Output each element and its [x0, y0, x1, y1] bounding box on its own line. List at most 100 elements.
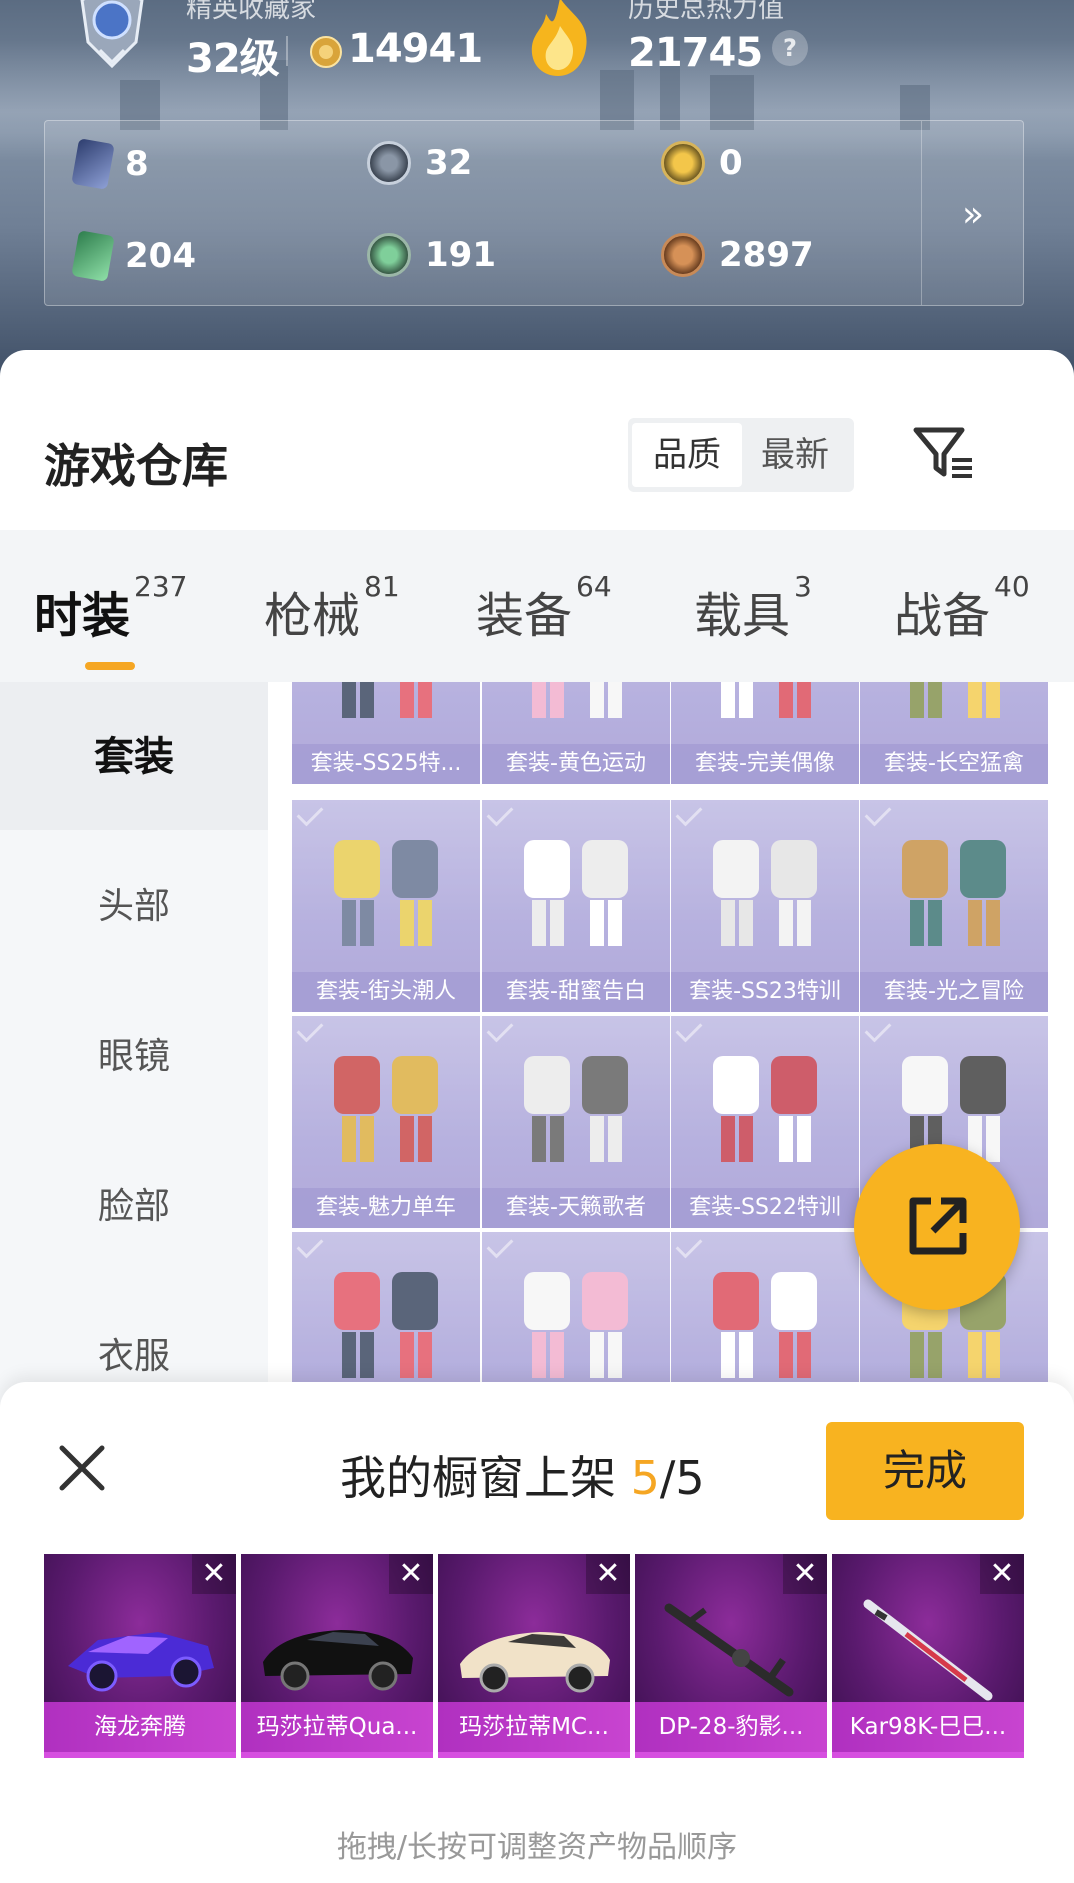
item-card[interactable]: 套装-SS22特训	[671, 1016, 859, 1228]
showcase-slot[interactable]: ✕ 玛莎拉蒂MC...	[438, 1554, 630, 1758]
outfit-image	[713, 1056, 817, 1162]
slot-label: Kar98K-巳巳...	[832, 1702, 1024, 1752]
reorder-hint: 拖拽/长按可调整资产物品顺序	[336, 1830, 738, 1865]
gun-image	[664, 1603, 794, 1697]
more-stats-button[interactable]: »	[921, 121, 1025, 307]
sort-toggle[interactable]: 品质 最新	[628, 418, 854, 492]
tab-label: 战备	[894, 588, 991, 644]
tab-label: 时装	[34, 588, 131, 644]
sort-latest-button[interactable]: 最新	[740, 423, 850, 487]
outfit-image	[532, 682, 622, 718]
stat-value: 191	[425, 235, 496, 275]
close-icon[interactable]	[56, 1442, 108, 1494]
outfit-image	[910, 682, 1000, 718]
stat-item: 204	[71, 230, 196, 282]
remove-slot-button[interactable]: ✕	[192, 1554, 236, 1594]
vehicle-image	[263, 1630, 413, 1691]
sidebar-item-head[interactable]: 头部	[0, 832, 268, 982]
item-card[interactable]: 套装-街头潮人	[292, 800, 480, 1012]
green-orb-icon	[367, 233, 411, 277]
showcase-slot[interactable]: ✕ 玛莎拉蒂Qua...	[241, 1554, 433, 1758]
item-card[interactable]: 套装-SS25特...	[292, 682, 480, 784]
remove-slot-button[interactable]: ✕	[389, 1554, 433, 1594]
stat-value: 0	[719, 143, 743, 183]
item-label: 套装-魅力单车	[292, 1188, 480, 1228]
stat-item: 191	[367, 233, 496, 277]
outfit-image	[342, 682, 432, 718]
item-card[interactable]: 套装-天籁歌者	[482, 1016, 670, 1228]
flame-icon	[531, 0, 587, 76]
stat-value: 204	[125, 236, 196, 276]
sidebar-item-face[interactable]: 脸部	[0, 1132, 268, 1282]
tab-count: 64	[576, 570, 612, 603]
outfit-image	[713, 840, 817, 946]
sidebar-item-glasses[interactable]: 眼镜	[0, 982, 268, 1132]
sort-quality-button[interactable]: 品质	[632, 423, 742, 487]
filter-icon[interactable]	[912, 424, 976, 484]
divider	[286, 36, 288, 66]
remove-slot-button[interactable]: ✕	[783, 1554, 827, 1594]
stat-value: 8	[125, 144, 149, 184]
item-card[interactable]: 套装-甜蜜告白	[482, 800, 670, 1012]
sidebar-item-suits[interactable]: 套装	[0, 682, 268, 830]
outfit-image	[334, 1272, 438, 1378]
help-icon[interactable]: ?	[772, 30, 808, 66]
gun-image	[863, 1599, 993, 1701]
item-card[interactable]: 套装-长空猛禽	[860, 682, 1048, 784]
item-label: 套装-天籁歌者	[482, 1188, 670, 1228]
tab-guns[interactable]: 枪械81	[264, 570, 400, 646]
tab-supplies[interactable]: 战备40	[894, 570, 1030, 646]
warehouse-title: 游戏仓库	[44, 439, 228, 493]
stat-value: 2897	[719, 235, 814, 275]
item-label: 套装-SS22特训	[671, 1188, 859, 1228]
item-card[interactable]: 套装-SS23特训	[671, 800, 859, 1012]
card-icon	[71, 138, 115, 190]
asset-stats-panel[interactable]: 8 32 0 204 191 2897 »	[44, 120, 1024, 306]
profile-header: 精英收藏家 32级 14941 历史总热力值 21745 ? 8 32 0 20…	[0, 0, 1074, 380]
item-label: 套装-光之冒险	[860, 972, 1048, 1012]
tab-vehicles[interactable]: 载具3	[694, 570, 812, 646]
tab-equipment[interactable]: 装备64	[476, 570, 612, 646]
gear-coin-icon	[367, 141, 411, 185]
stat-value: 32	[425, 143, 473, 183]
showcase-sheet: 我的橱窗上架 5/5 完成 ✕ 海龙奔腾 ✕ 玛莎拉蒂Qua... ✕ 玛莎拉蒂…	[0, 1382, 1074, 1883]
showcase-slot[interactable]: ✕ 海龙奔腾	[44, 1554, 236, 1758]
outfit-image	[721, 682, 811, 718]
item-label: 套装-SS25特...	[292, 744, 480, 784]
remove-slot-button[interactable]: ✕	[586, 1554, 630, 1594]
heat-subtitle: 历史总热力值	[628, 0, 785, 24]
rank-subtitle: 精英收藏家	[186, 0, 317, 24]
item-label: 套装-长空猛禽	[860, 744, 1048, 784]
item-card[interactable]: 套装-完美偶像	[671, 682, 859, 784]
tab-fashion[interactable]: 时装237	[34, 570, 187, 646]
item-card[interactable]: 套装-魅力单车	[292, 1016, 480, 1228]
showcase-slot[interactable]: ✕ DP-28-豹影...	[635, 1554, 827, 1758]
vehicle-image	[460, 1632, 610, 1693]
remove-slot-button[interactable]: ✕	[980, 1554, 1024, 1594]
item-label: 套装-SS23特训	[671, 972, 859, 1012]
share-button[interactable]	[854, 1144, 1020, 1310]
done-button[interactable]: 完成	[826, 1422, 1024, 1520]
item-card[interactable]: 套装-黄色运动	[482, 682, 670, 784]
laurel-coin-icon	[310, 36, 342, 68]
outfit-image	[902, 840, 1006, 946]
category-tabs: 时装237 枪械81 装备64 载具3 战备40	[0, 530, 1074, 682]
item-card[interactable]: 套装-光之冒险	[860, 800, 1048, 1012]
item-label: 套装-街头潮人	[292, 972, 480, 1012]
level-text: 32级	[186, 36, 280, 82]
coin-value: 14941	[348, 26, 483, 72]
stat-item: 32	[367, 141, 472, 185]
share-icon	[909, 1197, 967, 1255]
tab-count: 40	[994, 570, 1030, 603]
outfit-image	[524, 840, 628, 946]
heat-value: 21745	[628, 30, 763, 76]
item-label: 套装-完美偶像	[671, 744, 859, 784]
showcase-title-text: 我的橱窗上架	[340, 1451, 631, 1505]
item-label: 套装-甜蜜告白	[482, 972, 670, 1012]
bronze-coin-icon	[661, 233, 705, 277]
showcase-slot[interactable]: ✕ Kar98K-巳巳...	[832, 1554, 1024, 1758]
stat-item: 2897	[661, 233, 814, 277]
tab-count: 3	[794, 570, 812, 603]
tab-label: 枪械	[264, 588, 361, 644]
slot-label: 玛莎拉蒂MC...	[438, 1702, 630, 1752]
